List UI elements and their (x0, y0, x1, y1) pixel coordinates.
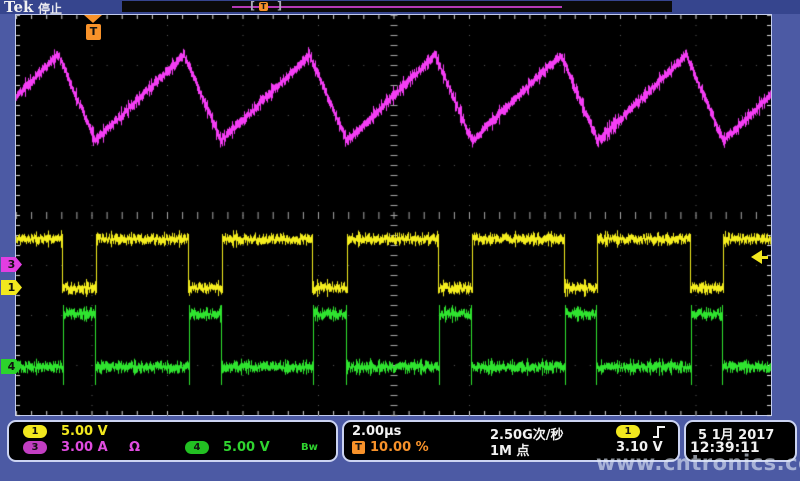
ch4-badge: 4 (185, 441, 209, 454)
trigger-position-flag-icon (84, 15, 102, 23)
trigger-position-icon: T (352, 441, 365, 454)
ch3-scale: 3.00 A (61, 440, 108, 455)
site-watermark: www.cntronics.com (596, 451, 800, 475)
ch3-badge: 3 (23, 441, 47, 454)
trigger-position-percent: 10.00 % (370, 440, 429, 455)
record-length: 1M 点 (490, 440, 530, 459)
trigger-slope-icon (652, 425, 666, 439)
ch1-badge: 1 (23, 425, 47, 438)
ch4-bandwidth-icon: Bw (301, 442, 318, 453)
timebase-scale: 2.00µs (352, 424, 401, 439)
ch3-coupling: Ω (129, 440, 140, 455)
trigger-source-badge: 1 (616, 425, 640, 438)
waveform-canvas (0, 0, 800, 481)
ch1-scale: 5.00 V (61, 424, 108, 439)
trigger-level-arrow-icon (751, 250, 768, 264)
channel-readout-panel: 1 5.00 V 3 3.00 A Ω 4 5.00 V Bw (7, 420, 338, 462)
trigger-level-arrow-head (751, 250, 762, 264)
trigger-position-badge: T (86, 24, 101, 40)
trigger-level-arrow-stem (762, 256, 768, 259)
oscilloscope-screen: Tek 停止 [ T ] T 3 1 4 1 5.00 V 3 3.00 A Ω… (0, 0, 800, 481)
ch4-scale: 5.00 V (223, 440, 270, 455)
